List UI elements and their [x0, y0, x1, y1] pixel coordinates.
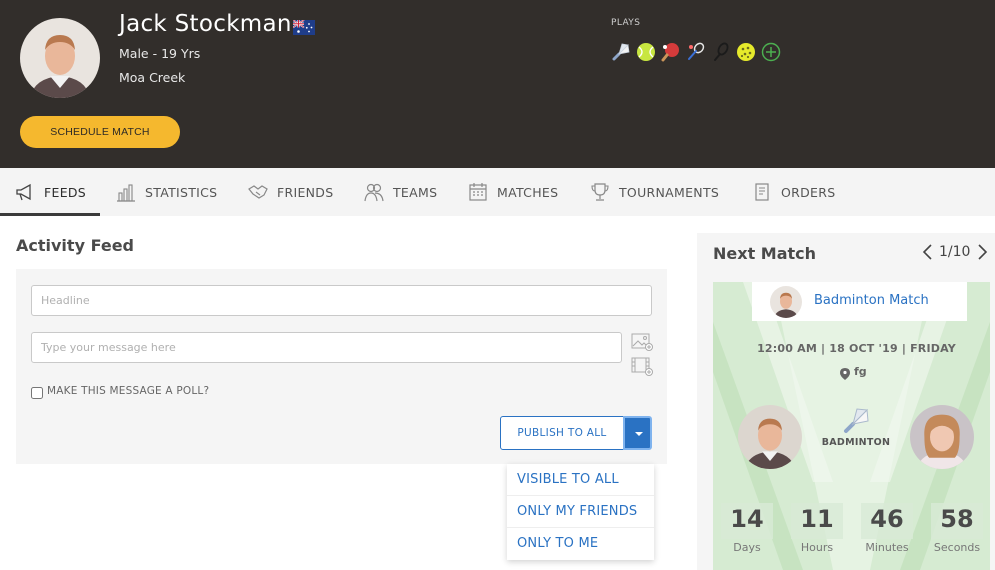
- countdown-seconds-unit: Seconds: [933, 541, 981, 554]
- activity-feed-title: Activity Feed: [16, 236, 134, 255]
- tab-statistics-label: STATISTICS: [145, 184, 218, 200]
- match-datetime: 12:00 AM | 18 OCT '19 | FRIDAY: [757, 342, 956, 355]
- poll-label: MAKE THIS MESSAGE A POLL?: [47, 385, 210, 397]
- tab-feeds[interactable]: FEEDS: [14, 168, 86, 216]
- profile-tabs: FEEDS STATISTICS FRIENDS TEAMS MATCHES T…: [0, 168, 995, 216]
- next-match-title: Next Match: [713, 244, 817, 263]
- calendar-icon: [469, 183, 487, 201]
- megaphone-icon: [16, 183, 31, 201]
- team-icon: [364, 183, 384, 202]
- badminton-icon[interactable]: [611, 42, 631, 62]
- tab-friends[interactable]: FRIENDS: [247, 168, 333, 216]
- profile-avatar[interactable]: [20, 18, 100, 98]
- visibility-option-all[interactable]: VISIBLE TO ALL: [507, 464, 654, 496]
- tab-tournaments[interactable]: TOURNAMENTS: [589, 168, 719, 216]
- pickleball-icon[interactable]: [736, 42, 756, 62]
- squash-racket-icon[interactable]: [711, 42, 731, 62]
- publish-button[interactable]: PUBLISH TO ALL: [500, 416, 624, 450]
- active-tab-indicator: [0, 213, 100, 216]
- visibility-option-me[interactable]: ONLY TO ME: [507, 528, 654, 560]
- message-input[interactable]: [31, 332, 622, 363]
- chevron-left-icon[interactable]: [921, 243, 935, 261]
- badminton-shuttlecock-icon: [843, 408, 871, 434]
- plays-icons: [611, 42, 781, 62]
- handshake-icon: [248, 185, 268, 199]
- tab-statistics[interactable]: STATISTICS: [115, 168, 217, 216]
- match-location: fg: [854, 365, 867, 378]
- countdown-days-value: 14: [730, 505, 764, 533]
- tab-teams[interactable]: TEAMS: [363, 168, 437, 216]
- table-tennis-icon[interactable]: [661, 42, 681, 62]
- tab-matches[interactable]: MATCHES: [467, 168, 558, 216]
- countdown-seconds: 58 Seconds: [926, 502, 988, 554]
- bar-chart-icon: [117, 184, 135, 202]
- countdown-hours-unit: Hours: [800, 541, 834, 554]
- trophy-icon: [591, 183, 609, 201]
- countdown-days: 14 Days: [716, 502, 778, 554]
- badminton-racket-icon[interactable]: [686, 42, 706, 62]
- tab-friends-label: FRIENDS: [277, 184, 334, 200]
- next-match-pager: 1/10: [939, 244, 971, 260]
- match-sport-label: BADMINTON: [821, 437, 891, 448]
- receipt-icon: [755, 183, 769, 201]
- visibility-option-friends[interactable]: ONLY MY FRIENDS: [507, 496, 654, 528]
- tennis-ball-icon[interactable]: [636, 42, 656, 62]
- tab-orders[interactable]: ORDERS: [751, 168, 835, 216]
- player-one-avatar[interactable]: [738, 405, 802, 469]
- plays-label: PLAYS: [611, 18, 641, 28]
- countdown-minutes: 46 Minutes: [856, 502, 918, 554]
- tab-matches-label: MATCHES: [497, 184, 559, 200]
- countdown-minutes-unit: Minutes: [865, 541, 909, 554]
- profile-location: Moa Creek: [119, 70, 186, 85]
- add-sport-icon[interactable]: [761, 42, 781, 62]
- profile-gender-age: Male - 19 Yrs: [119, 46, 201, 61]
- chevron-right-icon[interactable]: [975, 243, 989, 261]
- video-upload-icon[interactable]: [631, 357, 653, 376]
- visibility-dropdown: VISIBLE TO ALL ONLY MY FRIENDS ONLY TO M…: [507, 464, 654, 560]
- countdown-hours: 11 Hours: [786, 502, 848, 554]
- image-upload-icon[interactable]: [631, 333, 653, 351]
- tab-teams-label: TEAMS: [393, 184, 438, 200]
- profile-header: Jack Stockman Male - 19 Yrs Moa Creek SC…: [0, 0, 995, 168]
- schedule-match-button[interactable]: SCHEDULE MATCH: [20, 116, 180, 148]
- poll-checkbox[interactable]: [31, 387, 43, 399]
- headline-input[interactable]: [31, 285, 652, 316]
- publish-visibility-toggle[interactable]: [623, 416, 652, 450]
- australia-flag-icon: [292, 19, 315, 35]
- tab-feeds-label: FEEDS: [44, 184, 87, 200]
- countdown-minutes-value: 46: [870, 505, 904, 533]
- match-name-link[interactable]: Badminton Match: [814, 293, 929, 308]
- countdown-days-unit: Days: [733, 541, 761, 554]
- tab-orders-label: ORDERS: [781, 184, 836, 200]
- tab-tournaments-label: TOURNAMENTS: [619, 184, 720, 200]
- location-pin-icon: [840, 365, 850, 380]
- profile-name: Jack Stockman: [119, 11, 292, 37]
- player-two-avatar[interactable]: [910, 405, 974, 469]
- countdown-hours-value: 11: [800, 505, 834, 533]
- match-host-avatar: [770, 286, 802, 318]
- countdown-seconds-value: 58: [940, 505, 974, 533]
